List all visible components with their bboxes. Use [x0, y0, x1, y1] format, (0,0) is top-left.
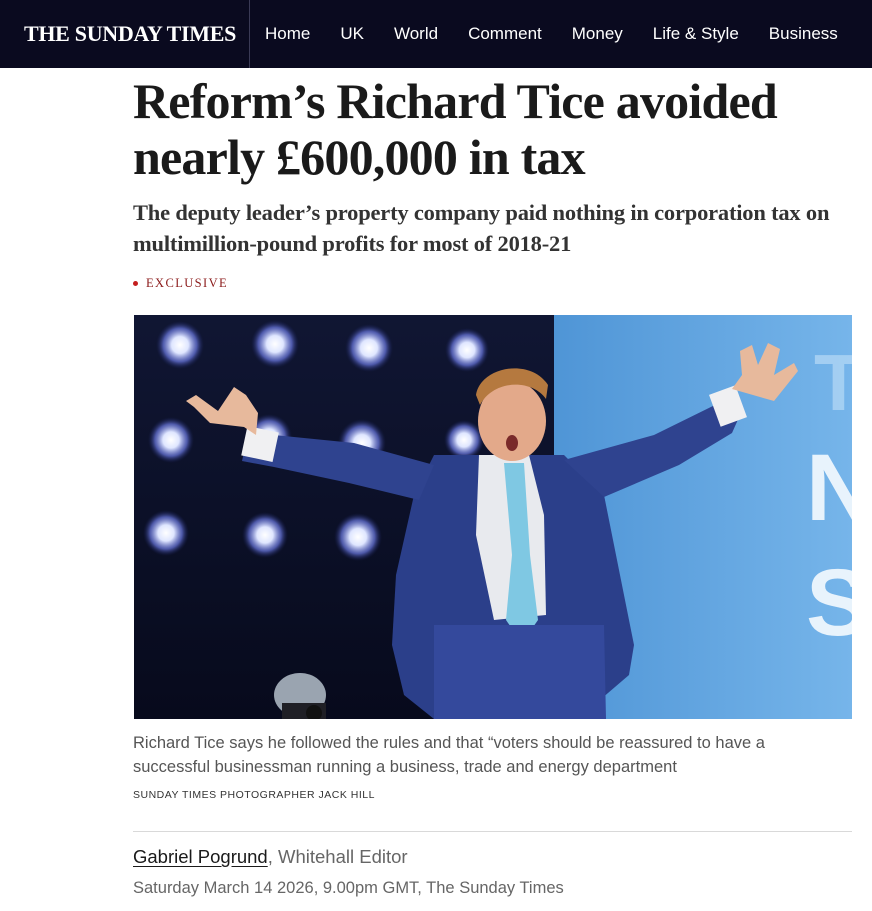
masthead-bar: THE SUNDAY TIMES Home UK World Comment M…: [0, 0, 872, 68]
hero-photo: T N S: [134, 315, 852, 719]
nav-home[interactable]: Home: [249, 24, 325, 44]
author-link[interactable]: Gabriel Pogrund: [133, 846, 268, 867]
backdrop-letter-3: S: [806, 550, 852, 656]
backdrop-letter-1: T: [814, 338, 852, 427]
backdrop-letter-2: N: [806, 435, 852, 541]
nav-comment[interactable]: Comment: [453, 24, 557, 44]
image-caption: Richard Tice says he followed the rules …: [133, 734, 765, 776]
nav-uk[interactable]: UK: [325, 24, 379, 44]
byline: Gabriel Pogrund, Whitehall Editor: [133, 846, 408, 868]
byline-divider: [133, 831, 852, 832]
image-credit: SUNDAY TIMES PHOTOGRAPHER JACK HILL: [133, 789, 375, 801]
article-dateline: Saturday March 14 2026, 9.00pm GMT, The …: [133, 879, 564, 897]
author-role: , Whitehall Editor: [267, 846, 408, 867]
nav-life-style[interactable]: Life & Style: [638, 24, 754, 44]
exclusive-text: EXCLUSIVE: [146, 275, 229, 290]
site-logo[interactable]: THE SUNDAY TIMES: [24, 0, 236, 68]
nav-world[interactable]: World: [379, 24, 453, 44]
nav-business[interactable]: Business: [754, 24, 853, 44]
article-headline: Reform’s Richard Tice avoided nearly £60…: [133, 73, 778, 185]
hero-image[interactable]: T N S: [134, 315, 852, 719]
exclusive-dot-icon: [133, 280, 138, 286]
main-nav: Home UK World Comment Money Life & Style…: [249, 0, 853, 68]
exclusive-label: EXCLUSIVE: [133, 274, 228, 292]
nav-money[interactable]: Money: [557, 24, 638, 44]
article-standfirst: The deputy leader’s property company pai…: [133, 200, 830, 256]
